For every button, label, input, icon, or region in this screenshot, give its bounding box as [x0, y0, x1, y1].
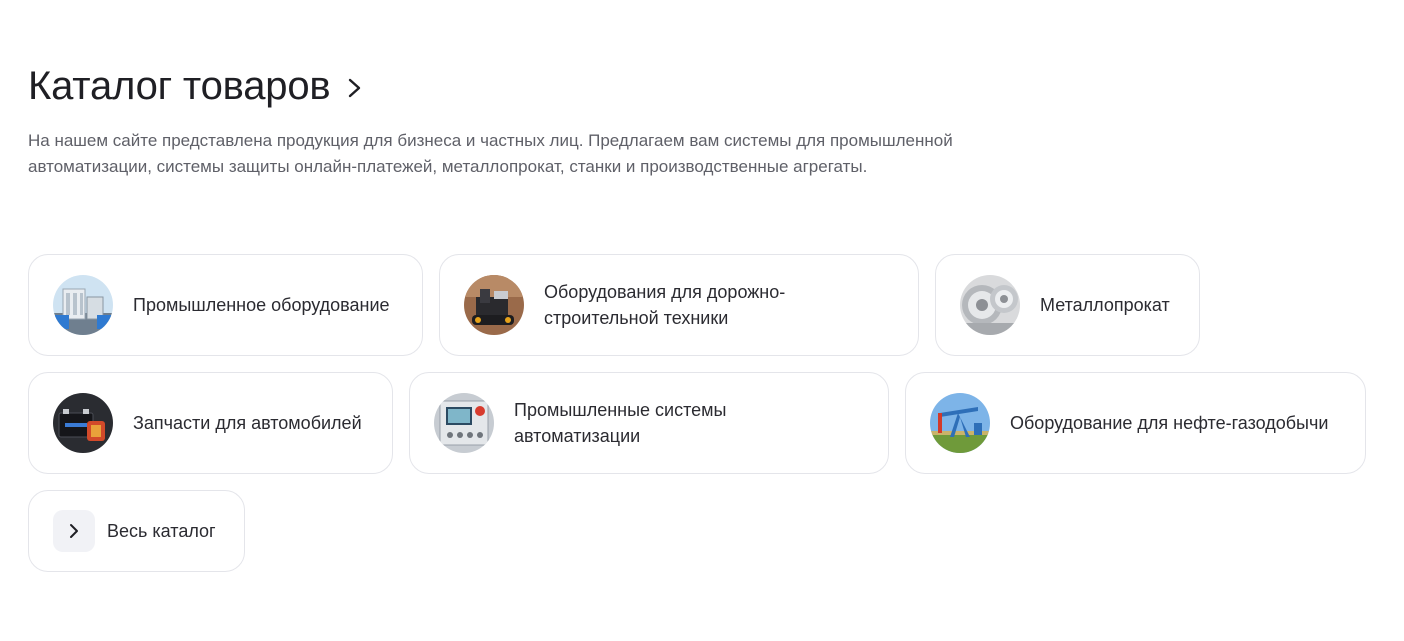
catalog-description: На нашем сайте представлена продукция дл… [28, 131, 953, 176]
oil-pump-image [930, 393, 990, 453]
chevron-right-icon [349, 78, 361, 98]
all-catalog-button[interactable]: Весь каталог [28, 490, 245, 572]
category-card-oil-gas[interactable]: Оборудование для нефте-газодобычи [905, 372, 1366, 474]
category-card-industrial-equipment[interactable]: Промышленное оборудование [28, 254, 423, 356]
category-label: Промышленные системы автоматизации [514, 400, 727, 446]
road-construction-machinery-image [464, 275, 524, 335]
category-label: Оборудование для нефте-газодобычи [1010, 413, 1329, 433]
category-label: Запчасти для автомобилей [133, 413, 362, 433]
page-title: Каталог товаров [28, 64, 331, 108]
all-catalog-label: Весь каталог [107, 520, 216, 541]
category-card-road-construction[interactable]: Оборудования для дорожно-строительной те… [439, 254, 919, 356]
chevron-right-icon [53, 510, 95, 552]
category-card-car-parts[interactable]: Запчасти для автомобилей [28, 372, 393, 474]
category-label: Промышленное оборудование [133, 295, 390, 315]
category-label: Металлопрокат [1040, 295, 1170, 315]
industrial-equipment-image [53, 275, 113, 335]
car-battery-image [53, 393, 113, 453]
category-label: Оборудования для дорожно-строительной те… [544, 282, 786, 328]
category-card-metal[interactable]: Металлопрокат [935, 254, 1200, 356]
control-panel-image [434, 393, 494, 453]
catalog-title-link[interactable]: Каталог товаров [28, 62, 364, 110]
category-card-automation[interactable]: Промышленные системы автоматизации [409, 372, 889, 474]
metal-rolls-image [960, 275, 1020, 335]
